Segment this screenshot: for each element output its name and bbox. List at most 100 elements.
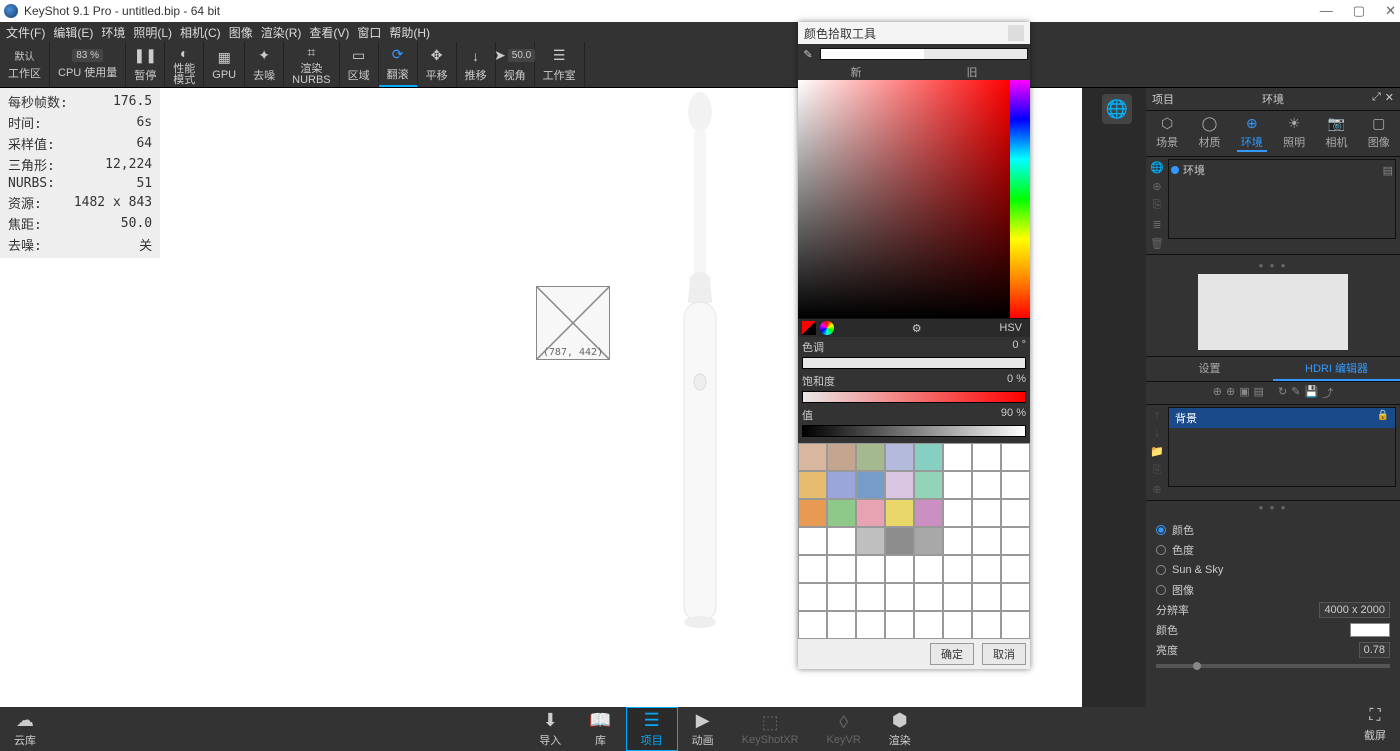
env-thumbnail[interactable] xyxy=(1198,274,1348,350)
color-swatch-cell[interactable] xyxy=(798,555,827,583)
bg-copy-icon[interactable]: ⎘ xyxy=(1153,464,1162,477)
menu-camera[interactable]: 相机(C) xyxy=(180,24,221,41)
color-swatch-cell[interactable] xyxy=(856,499,885,527)
tab-camera[interactable]: 📷相机 xyxy=(1321,115,1351,152)
color-swatch-cell[interactable] xyxy=(1001,499,1030,527)
hdri-tool-6[interactable]: ✎ xyxy=(1291,385,1300,401)
hdri-tool-3[interactable]: ▣ xyxy=(1239,385,1249,401)
picker-close-button[interactable] xyxy=(1008,25,1024,41)
focal-length[interactable]: ➤50.0 视角 xyxy=(496,42,535,87)
color-swatch-cell[interactable] xyxy=(1001,611,1030,639)
color-swatch-cell[interactable] xyxy=(856,471,885,499)
color-swatch-cell[interactable] xyxy=(856,583,885,611)
region-button[interactable]: ▭ 区域 xyxy=(340,42,379,87)
color-swatch-cell[interactable] xyxy=(827,583,856,611)
color-swatch-cell[interactable] xyxy=(943,471,972,499)
hdri-tool-2[interactable]: ⊕ xyxy=(1226,385,1235,401)
color-swatch-cell[interactable] xyxy=(885,527,914,555)
color-swatch-cell[interactable] xyxy=(914,471,943,499)
maximize-button[interactable]: ▢ xyxy=(1353,3,1365,19)
brightness-slider[interactable] xyxy=(1156,664,1390,668)
delete-env-icon[interactable]: 🗑 xyxy=(1150,237,1164,250)
cancel-button[interactable]: 取消 xyxy=(982,643,1026,665)
hdri-tool-7[interactable]: 💾 xyxy=(1304,385,1318,401)
saturation-value-area[interactable] xyxy=(798,80,1010,318)
menu-file[interactable]: 文件(F) xyxy=(6,24,45,41)
settings-gear-icon[interactable]: ⚙ xyxy=(912,322,922,335)
sat-bar[interactable] xyxy=(802,391,1026,403)
hdri-tool-4[interactable]: ▤ xyxy=(1254,385,1264,401)
eyedropper-icon[interactable]: ✎ xyxy=(798,48,818,61)
color-swatch-cell[interactable] xyxy=(798,443,827,471)
color-swatch-cell[interactable] xyxy=(856,443,885,471)
color-swatch-cell[interactable] xyxy=(1001,527,1030,555)
radio-image[interactable] xyxy=(1156,585,1166,595)
bg-down-icon[interactable]: ↓ xyxy=(1154,427,1160,439)
tab-environment[interactable]: ⊕环境 xyxy=(1237,115,1267,152)
close-panel-icon[interactable]: ✕ xyxy=(1385,91,1394,107)
hue-value[interactable]: 0 ° xyxy=(1012,339,1026,355)
bg-layer-list[interactable]: 背景 🔒 xyxy=(1168,407,1396,487)
color-swatch-cell[interactable] xyxy=(827,443,856,471)
color-swatch-cell[interactable] xyxy=(856,611,885,639)
color-swatch-cell[interactable] xyxy=(885,471,914,499)
keyshotxr-button[interactable]: ⬚KeyShotXR xyxy=(728,707,813,751)
popout-icon[interactable]: ⤢ xyxy=(1372,91,1381,107)
color-swatch-cell[interactable] xyxy=(1001,471,1030,499)
color-swatch-cell[interactable] xyxy=(943,611,972,639)
bg-up-icon[interactable]: ↑ xyxy=(1154,409,1160,421)
dup-env-icon[interactable]: ≣ xyxy=(1152,218,1161,231)
color-swatch-cell[interactable] xyxy=(827,555,856,583)
color-swatch-cell[interactable] xyxy=(885,443,914,471)
color-swatch-cell[interactable] xyxy=(914,443,943,471)
color-swatch-cell[interactable] xyxy=(827,527,856,555)
radio-color[interactable] xyxy=(1156,525,1166,535)
project-button[interactable]: ☰项目 xyxy=(626,707,678,751)
globe-icon[interactable]: 🌐 xyxy=(1150,161,1164,174)
keyvr-button[interactable]: ◊KeyVR xyxy=(813,707,875,751)
color-swatch-cell[interactable] xyxy=(827,499,856,527)
menu-render[interactable]: 渲染(R) xyxy=(261,24,302,41)
tab-scene[interactable]: ⬡场景 xyxy=(1152,115,1182,152)
lock-icon[interactable]: 🔒 xyxy=(1377,410,1389,426)
tab-image[interactable]: ▢图像 xyxy=(1364,115,1394,152)
color-swatch-cell[interactable] xyxy=(885,499,914,527)
color-swatch-cell[interactable] xyxy=(885,555,914,583)
color-swatch-cell[interactable] xyxy=(885,611,914,639)
library-picker-button[interactable]: 🌐 xyxy=(1102,94,1132,124)
color-swatch-cell[interactable] xyxy=(972,611,1001,639)
workspace-default[interactable]: 默认 工作区 xyxy=(0,42,50,87)
menu-edit[interactable]: 编辑(E) xyxy=(53,24,93,41)
cpu-usage[interactable]: 83 % CPU 使用量 xyxy=(50,42,126,87)
menu-help[interactable]: 帮助(H) xyxy=(389,24,430,41)
render-button[interactable]: ⬢渲染 xyxy=(875,707,925,751)
color-swatch-cell[interactable] xyxy=(914,527,943,555)
color-swatch-cell[interactable] xyxy=(943,555,972,583)
pause-button[interactable]: ❚❚ 暂停 xyxy=(126,42,165,87)
menu-lighting[interactable]: 照明(L) xyxy=(133,24,172,41)
color-swatch[interactable] xyxy=(1350,623,1390,637)
color-swatch-cell[interactable] xyxy=(856,555,885,583)
performance-mode-button[interactable]: ◐ 性能 模式 xyxy=(165,42,204,87)
region-marker[interactable]: (787, 442) xyxy=(536,286,610,360)
color-swatch-cell[interactable] xyxy=(943,583,972,611)
color-swatch-cell[interactable] xyxy=(827,611,856,639)
add-env-icon[interactable]: ⊕ xyxy=(1152,180,1161,193)
bg-layer-item[interactable]: 背景 🔒 xyxy=(1169,408,1395,428)
minimize-button[interactable]: — xyxy=(1320,3,1333,19)
tab-material[interactable]: ◯材质 xyxy=(1194,115,1224,152)
hdri-tool-5[interactable]: ↻ xyxy=(1278,385,1287,401)
color-wheel-icon[interactable] xyxy=(820,321,834,335)
color-swatch-cell[interactable] xyxy=(943,527,972,555)
animation-button[interactable]: ▶动画 xyxy=(678,707,728,751)
menu-view[interactable]: 查看(V) xyxy=(309,24,349,41)
color-swatch-cell[interactable] xyxy=(972,527,1001,555)
color-swatch-cell[interactable] xyxy=(972,583,1001,611)
render-nurbs-button[interactable]: ⌗ 渲染 NURBS xyxy=(284,42,340,87)
color-mode-icon-1[interactable] xyxy=(802,321,816,335)
subtab-hdri-editor[interactable]: HDRI 编辑器 xyxy=(1273,357,1400,381)
color-swatch-cell[interactable] xyxy=(972,555,1001,583)
library-button[interactable]: 📖库 xyxy=(575,707,625,751)
hue-slider[interactable] xyxy=(1010,80,1030,318)
bg-folder-icon[interactable]: 📁 xyxy=(1150,445,1164,458)
